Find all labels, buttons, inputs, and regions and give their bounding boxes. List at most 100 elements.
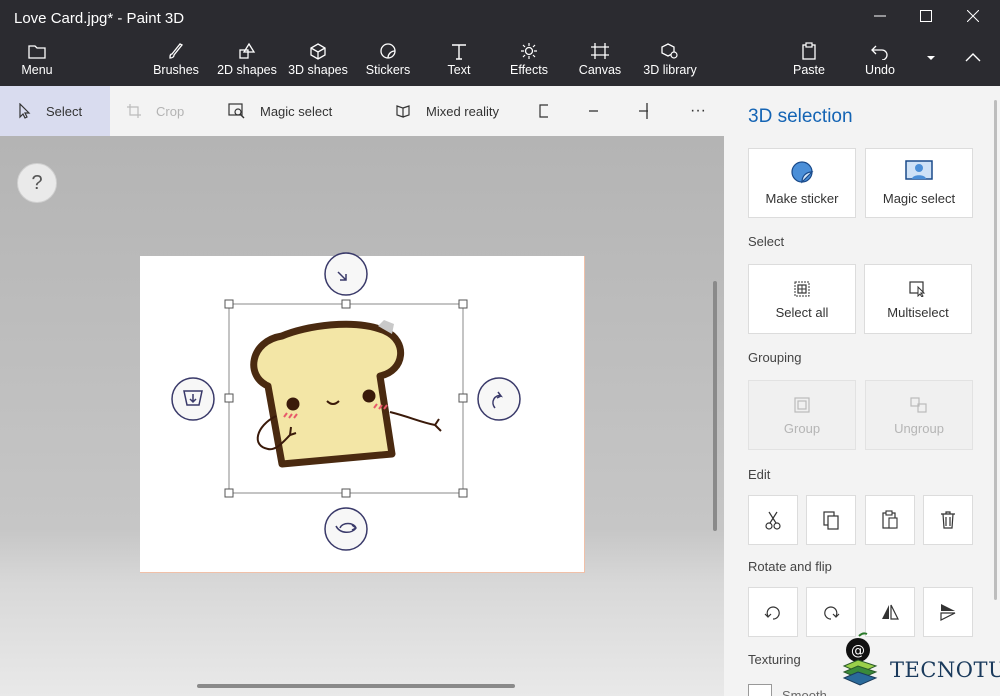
shapes-2d-label: 2D shapes — [217, 63, 277, 77]
selection-overlay — [171, 252, 521, 551]
canvas-area[interactable]: ? — [0, 136, 724, 696]
multiselect-label: Multiselect — [887, 305, 949, 320]
panel-magic-select-button[interactable]: Magic select — [865, 148, 973, 218]
selection-panel: 3D selection Make sticker Magic select S… — [724, 86, 1000, 696]
flip-vertical-button[interactable] — [923, 587, 973, 637]
rotate-bottom-handle[interactable] — [324, 507, 368, 551]
library-3d-label: 3D library — [643, 63, 697, 77]
smooth-checkbox[interactable] — [748, 684, 772, 696]
rotate-top-handle[interactable] — [324, 252, 368, 296]
magic-select-tool[interactable]: Magic select — [228, 86, 358, 136]
canvas-vertical-scrollbar[interactable] — [713, 281, 717, 531]
smooth-label: Smooth — [782, 688, 827, 696]
shapes-2d-icon — [239, 42, 256, 59]
minimize-icon — [874, 15, 886, 17]
tecnotuto-logo-icon: @ — [842, 632, 878, 686]
magic-select-icon — [228, 103, 245, 119]
select-all-button[interactable]: Select all — [748, 264, 856, 334]
undo-label: Undo — [865, 63, 895, 77]
depth-push-handle[interactable] — [171, 377, 215, 421]
stickers-button[interactable]: Stickers — [362, 40, 414, 84]
mixed-reality-icon — [396, 105, 410, 118]
edit-section-heading: Edit — [748, 467, 771, 482]
shapes-2d-button[interactable]: 2D shapes — [215, 40, 279, 84]
brushes-button[interactable]: Brushes — [150, 40, 202, 84]
ungroup-label: Ungroup — [894, 421, 944, 436]
grouping-section-heading: Grouping — [748, 350, 802, 365]
scissors-icon — [765, 511, 781, 530]
paste-button[interactable]: Paste — [786, 40, 832, 84]
title-bar: Love Card.jpg* - Paint 3D — [0, 0, 1000, 36]
sticker-icon — [791, 161, 814, 184]
rotate-side-handle[interactable] — [477, 377, 521, 421]
group-label: Group — [783, 421, 821, 436]
rotate-right-button[interactable] — [806, 587, 856, 637]
panel-magic-select-label: Magic select — [882, 191, 956, 206]
window-title: Love Card.jpg* - Paint 3D — [14, 10, 185, 27]
select-all-label: Select all — [775, 305, 829, 320]
select-tool[interactable]: Select — [0, 86, 110, 136]
panel-title: 3D selection — [748, 106, 853, 127]
cut-button[interactable] — [748, 495, 798, 545]
mixed-reality-label: Mixed reality — [426, 103, 499, 119]
maximize-button[interactable] — [903, 4, 949, 32]
text-label: Text — [447, 63, 471, 77]
group-button[interactable]: Group — [748, 380, 856, 450]
watermark-text: TECNOTUTO — [890, 658, 1000, 682]
chevron-down-icon — [927, 56, 935, 60]
paste-icon — [802, 42, 816, 60]
trash-icon — [941, 511, 955, 529]
paste-icon — [882, 510, 898, 529]
select-all-icon — [794, 281, 810, 297]
make-sticker-button[interactable]: Make sticker — [748, 148, 856, 218]
canvas-icon — [591, 43, 609, 59]
select-section-heading: Select — [748, 234, 785, 249]
flip-vertical-icon — [940, 604, 956, 621]
view-toggle-button[interactable] — [538, 86, 562, 136]
library-3d-button[interactable]: 3D library — [640, 40, 700, 84]
rotate-left-button[interactable] — [748, 587, 798, 637]
texturing-section-heading: Texturing — [748, 652, 801, 667]
zoom-in-button[interactable] — [638, 86, 662, 136]
more-options-button[interactable]: ··· — [690, 86, 714, 136]
ribbon: Menu Brushes 2D shapes 3D shapes Sticker… — [0, 36, 1000, 86]
close-button[interactable] — [950, 4, 996, 32]
sticker-icon — [380, 43, 396, 59]
cursor-icon — [19, 103, 31, 119]
menu-button[interactable]: Menu — [12, 40, 62, 84]
paste-panel-button[interactable] — [865, 495, 915, 545]
undo-icon — [871, 45, 888, 60]
mixed-reality-tool[interactable]: Mixed reality — [394, 86, 524, 136]
flip-horizontal-icon — [882, 604, 899, 620]
plus-icon — [639, 103, 648, 119]
canvas-button[interactable]: Canvas — [575, 40, 625, 84]
panel-scrollbar[interactable] — [994, 100, 997, 600]
multiselect-icon — [909, 281, 926, 297]
text-button[interactable]: Text — [434, 40, 484, 84]
effects-button[interactable]: Effects — [504, 40, 554, 84]
canvas-horizontal-scrollbar[interactable] — [197, 684, 515, 688]
zoom-out-button[interactable] — [588, 86, 612, 136]
minimize-button[interactable] — [857, 4, 903, 32]
brush-icon — [169, 43, 184, 59]
magic-select-label: Magic select — [260, 103, 333, 119]
undo-button[interactable]: Undo — [858, 40, 902, 84]
magic-select-icon — [905, 160, 933, 180]
rotate-left-icon — [764, 606, 780, 620]
menu-label: Menu — [21, 63, 53, 77]
multiselect-button[interactable]: Multiselect — [864, 264, 972, 334]
crop-icon — [127, 104, 141, 118]
select-label: Select — [46, 103, 83, 119]
copy-button[interactable] — [806, 495, 856, 545]
shapes-3d-button[interactable]: 3D shapes — [286, 40, 350, 84]
flip-horizontal-button[interactable] — [865, 587, 915, 637]
paste-label: Paste — [793, 63, 825, 77]
delete-button[interactable] — [923, 495, 973, 545]
crop-tool[interactable]: Crop — [126, 86, 206, 136]
make-sticker-label: Make sticker — [765, 191, 839, 206]
minus-icon — [589, 110, 598, 112]
brushes-label: Brushes — [153, 63, 199, 77]
text-icon — [452, 44, 466, 60]
ungroup-button[interactable]: Ungroup — [865, 380, 973, 450]
toast-sticker[interactable] — [250, 320, 442, 468]
